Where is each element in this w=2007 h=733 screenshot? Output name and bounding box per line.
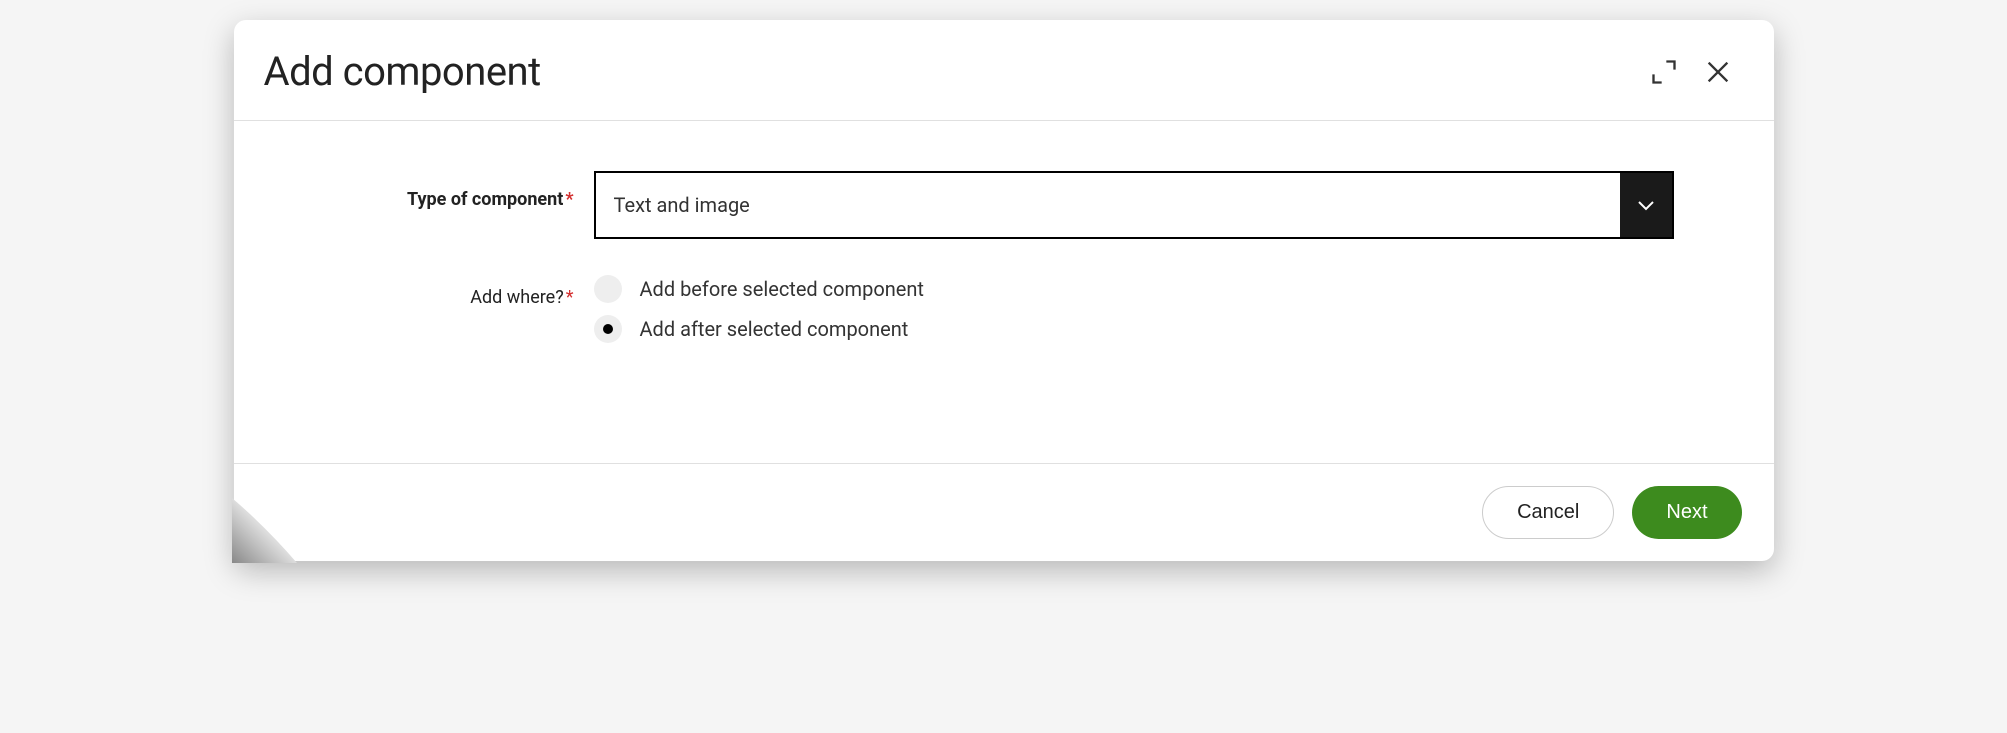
add-component-dialog: Add component Type of component* [234, 20, 1774, 561]
close-button[interactable] [1700, 54, 1736, 90]
expand-icon [1650, 58, 1678, 86]
radio-circle [594, 315, 622, 343]
add-where-label-text: Add where? [470, 287, 563, 308]
cancel-button[interactable]: Cancel [1482, 486, 1614, 539]
type-of-component-label: Type of component* [274, 171, 594, 210]
radio-label: Add before selected component [640, 277, 924, 301]
dialog-title: Add component [264, 48, 541, 95]
radio-circle [594, 275, 622, 303]
add-where-row: Add where?* Add before selected componen… [274, 269, 1734, 343]
expand-button[interactable] [1646, 54, 1682, 90]
dialog-header: Add component [234, 20, 1774, 121]
radio-add-before[interactable]: Add before selected component [594, 275, 1674, 303]
select-value[interactable]: Text and image [596, 173, 1620, 237]
add-where-label: Add where?* [274, 269, 594, 308]
radio-dot [603, 324, 613, 334]
add-where-control: Add before selected component Add after … [594, 269, 1674, 343]
next-button[interactable]: Next [1632, 486, 1741, 539]
chevron-down-icon [1637, 199, 1655, 211]
type-of-component-control: Text and image [594, 171, 1674, 239]
radio-label: Add after selected component [640, 317, 909, 341]
dialog-body: Type of component* Text and image Add wh… [234, 121, 1774, 463]
type-label-text: Type of component [407, 189, 563, 210]
add-where-radio-group: Add before selected component Add after … [594, 269, 1674, 343]
dialog-footer: Cancel Next [234, 463, 1774, 561]
close-icon [1704, 58, 1732, 86]
required-indicator: * [566, 287, 574, 308]
type-of-component-row: Type of component* Text and image [274, 171, 1734, 239]
header-actions [1646, 54, 1736, 90]
required-indicator: * [565, 189, 573, 210]
radio-add-after[interactable]: Add after selected component [594, 315, 1674, 343]
select-arrow-button[interactable] [1620, 173, 1672, 237]
type-of-component-select[interactable]: Text and image [594, 171, 1674, 239]
